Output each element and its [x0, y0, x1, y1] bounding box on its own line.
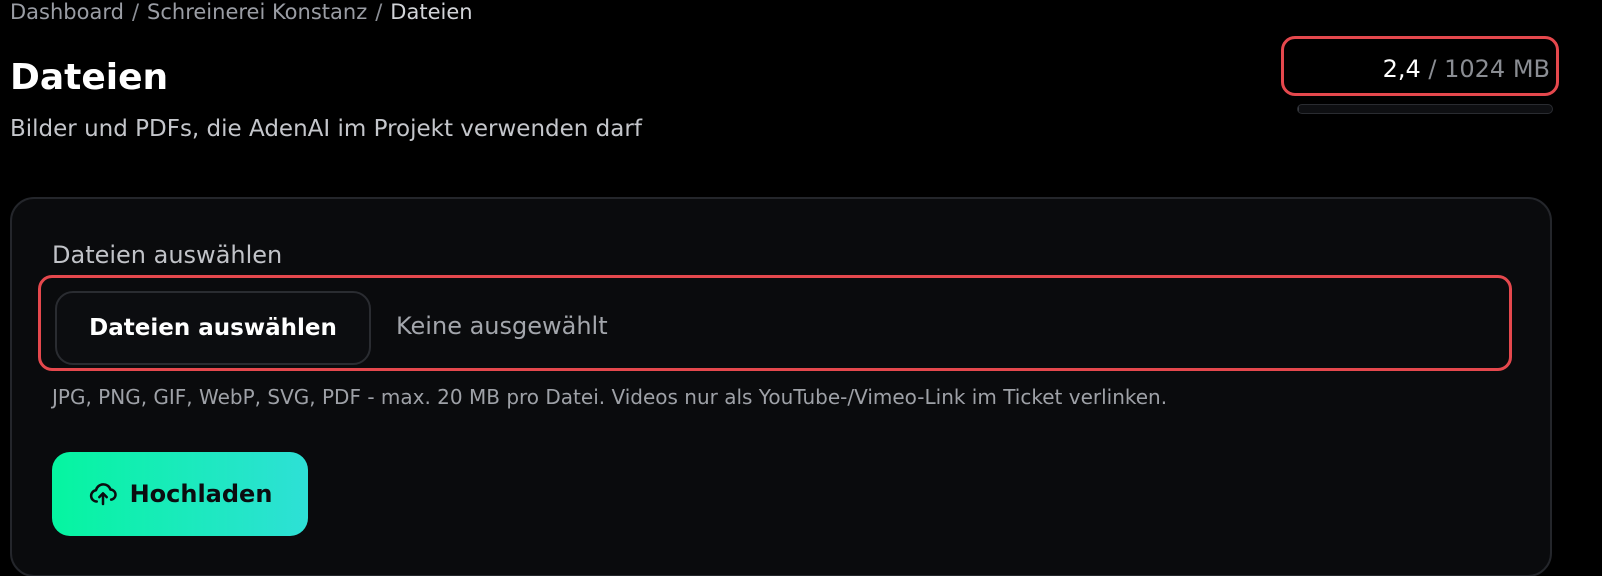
breadcrumb-item-dashboard[interactable]: Dashboard [10, 0, 124, 24]
breadcrumb-item-current: Dateien [390, 0, 473, 24]
page-title: Dateien [10, 57, 169, 98]
upload-button[interactable]: Hochladen [52, 452, 308, 536]
breadcrumb-separator: / [131, 0, 140, 24]
storage-limit: 1024 MB [1444, 55, 1550, 83]
upload-card: Dateien auswählen Dateien auswählen Kein… [10, 197, 1552, 576]
files-page: Dashboard / Schreinerei Konstanz / Dateien D… [0, 0, 1602, 576]
file-field-label: Dateien auswählen [52, 241, 283, 269]
cloud-upload-icon [88, 479, 118, 509]
page-subtitle: Bilder und PDFs, die AdenAI im Projekt v… [10, 116, 642, 142]
choose-files-button[interactable]: Dateien auswählen [55, 291, 371, 365]
file-input[interactable]: Dateien auswählen Keine ausgewählt [38, 275, 1512, 371]
storage-progress-bar [1297, 104, 1553, 114]
breadcrumb: Dashboard / Schreinerei Konstanz / Dateien [10, 0, 473, 24]
file-selection-status: Keine ausgewählt [396, 312, 608, 340]
storage-separator: / [1420, 55, 1445, 83]
upload-button-label: Hochladen [129, 480, 273, 508]
storage-used: 2,4 [1382, 55, 1421, 83]
breadcrumb-separator: / [375, 0, 383, 24]
storage-quota-text: 2,4 / 1024 MB [1383, 55, 1550, 83]
breadcrumb-item-project[interactable]: Schreinerei Konstanz [147, 0, 367, 24]
storage-progress-fill [1298, 105, 1299, 113]
storage-quota: 2,4 / 1024 MB [1281, 36, 1559, 96]
file-help-text: JPG, PNG, GIF, WebP, SVG, PDF - max. 20 … [52, 385, 1168, 409]
